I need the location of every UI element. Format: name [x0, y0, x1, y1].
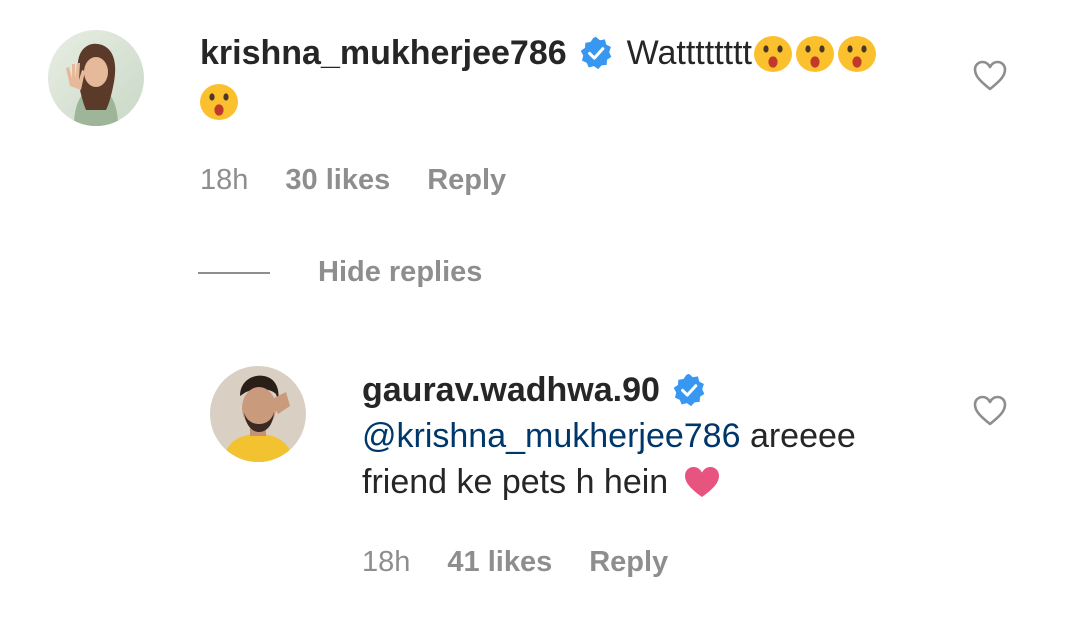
replier-username[interactable]: gaurav.wadhwa.90	[362, 370, 660, 410]
reply-text-continued: friend ke pets h hein	[362, 463, 669, 501]
comment-text: Watttttttt	[626, 34, 752, 72]
commenter-username[interactable]: krishna_mukherjee786	[200, 33, 567, 73]
reply-text-line2: friend ke pets h hein	[362, 459, 722, 505]
divider-dash	[198, 271, 270, 274]
astonished-face-icon	[794, 32, 836, 74]
reply-text-line1: @krishna_mukherjee786 areeee	[362, 413, 856, 459]
commenter-avatar[interactable]	[48, 30, 144, 126]
reply-timestamp: 18h	[362, 546, 411, 578]
astonished-face-icon	[198, 80, 240, 122]
mention-link[interactable]: @krishna_mukherjee786	[362, 417, 741, 455]
comment-likes[interactable]: 30 likes	[285, 164, 390, 197]
astonished-face-icon	[752, 32, 794, 74]
comment-header: krishna_mukherjee786 Watttttttt	[200, 32, 878, 74]
emoji-group	[752, 32, 878, 74]
comment-meta: 18h 30 likes Reply	[200, 164, 506, 197]
reply-text: areeee	[740, 417, 856, 455]
hide-replies-label: Hide replies	[318, 256, 483, 288]
reply-likes[interactable]: 41 likes	[447, 546, 552, 579]
reply-button[interactable]: Reply	[589, 546, 668, 579]
astonished-face-icon	[836, 32, 878, 74]
verified-badge-icon	[579, 36, 613, 70]
replier-avatar[interactable]	[210, 366, 306, 462]
emoji-continuation	[198, 80, 240, 122]
like-heart-icon[interactable]	[972, 58, 1008, 94]
like-heart-icon[interactable]	[972, 393, 1008, 429]
reply-header: gaurav.wadhwa.90	[362, 370, 706, 410]
hide-replies-button[interactable]: Hide replies	[198, 256, 482, 289]
pink-heart-icon	[682, 464, 722, 500]
reply-meta: 18h 41 likes Reply	[362, 546, 668, 579]
verified-badge-icon	[672, 373, 706, 407]
reply-button[interactable]: Reply	[427, 164, 506, 197]
comment-timestamp: 18h	[200, 164, 249, 196]
